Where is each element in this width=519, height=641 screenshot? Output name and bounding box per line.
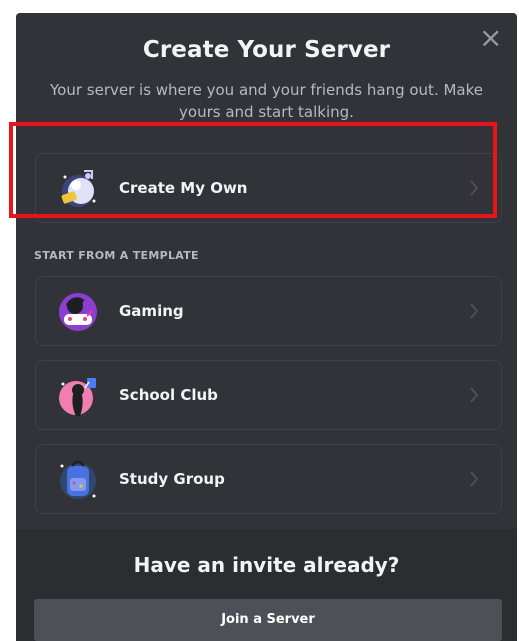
create-server-icon (61, 170, 96, 207)
chevron-right-icon (470, 303, 479, 319)
template-study-group-button[interactable]: Study Group (35, 444, 502, 514)
gaming-icon (59, 293, 97, 331)
modal-footer: Have an invite already? Join a Server (16, 529, 517, 641)
chevron-right-icon (470, 387, 479, 403)
template-school-club-button[interactable]: School Club (35, 360, 502, 430)
chevron-right-icon (470, 471, 479, 487)
join-server-button[interactable]: Join a Server (34, 599, 502, 641)
modal-title: Create Your Server (142, 37, 391, 63)
template-gaming-label: Gaming (119, 302, 184, 320)
template-school-club-label: School Club (119, 386, 218, 404)
invite-heading: Have an invite already? (133, 553, 400, 577)
create-my-own-label: Create My Own (119, 179, 248, 197)
create-server-modal: × Create Your Server Your server is wher… (16, 13, 517, 641)
template-study-group-label: Study Group (119, 470, 225, 488)
template-gaming-button[interactable]: Gaming (35, 276, 502, 346)
modal-subtitle: Your server is where you and your friend… (49, 81, 483, 121)
template-section-label: START FROM A TEMPLATE (34, 249, 199, 262)
school-club-icon (59, 378, 96, 416)
study-group-icon (60, 460, 96, 499)
chevron-right-icon (470, 180, 479, 196)
create-my-own-button[interactable]: Create My Own (35, 153, 502, 223)
